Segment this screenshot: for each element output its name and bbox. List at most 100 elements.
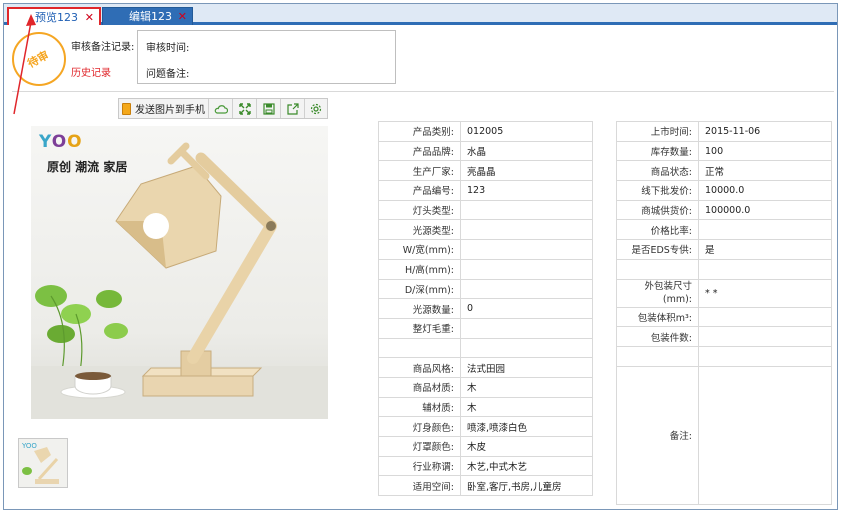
settings-button[interactable] [305, 99, 327, 118]
spec-label: H/高(mm): [378, 258, 461, 280]
spec-label: 商品状态: [616, 160, 699, 182]
thumbnail-image: YOO [19, 439, 67, 487]
save-button[interactable] [257, 99, 281, 118]
spec-table-right: 上市时间: 2015-11-06 库存数量: 100 商品状态: 正常 线下批发价: 1000… [616, 121, 832, 505]
spec-label: 光源类型: [378, 219, 461, 241]
spec-value [698, 306, 832, 328]
spec-label: 线下批发价: [616, 180, 699, 201]
fullscreen-icon [238, 102, 251, 115]
spec-value [698, 219, 832, 241]
spec-label: 库存数量: [616, 140, 699, 162]
spec-label: 产品编号: [378, 180, 461, 201]
spec-table-left: 产品类别: 012005 产品品牌: 水晶 生产厂家: 亮晶晶 产品编号: 123 灯头类型: 光… [378, 121, 593, 497]
spec-value [460, 199, 593, 221]
spec-row [616, 345, 832, 367]
spec-label: 灯头类型: [378, 199, 461, 221]
fullscreen-button[interactable] [233, 99, 257, 118]
spec-label: 包装件数: [616, 326, 699, 347]
stamp-text: 待审 [25, 48, 51, 71]
spec-value: 法式田园 [460, 357, 593, 378]
spec-row: 灯罩颜色: 木皮 [378, 436, 593, 457]
spec-value: 是 [698, 239, 832, 260]
spec-row [378, 337, 593, 359]
spec-label: 适用空间: [378, 475, 461, 497]
spec-value: 亮晶晶 [460, 160, 593, 182]
cloud-icon [214, 104, 228, 114]
spec-label: 产品品牌: [378, 140, 461, 162]
preview-window: 预览123 ✕ 编辑123 ✕ 待审 审核备注记录: 历史记录 审核时间: 问题… [3, 3, 838, 510]
spec-value [698, 326, 832, 347]
spec-row: 灯头类型: [378, 199, 593, 221]
close-icon[interactable]: ✕ [178, 8, 187, 25]
spec-label: 行业称谓: [378, 455, 461, 477]
spec-label: 备注: [616, 365, 699, 505]
spec-label: 价格比率: [616, 219, 699, 241]
history-link[interactable]: 历史记录 [71, 64, 111, 79]
cloud-button[interactable] [209, 99, 233, 118]
spec-row: 光源数量: 0 [378, 298, 593, 319]
spec-value [460, 278, 593, 300]
spec-label: 灯身颜色: [378, 416, 461, 437]
spec-value [460, 337, 593, 359]
product-thumbnail[interactable]: YOO [18, 438, 68, 488]
export-button[interactable] [281, 99, 305, 118]
spec-row: 行业称谓: 木艺,中式木艺 [378, 455, 593, 477]
save-icon [262, 102, 275, 115]
spec-label: D/深(mm): [378, 278, 461, 300]
spec-value: 100 [698, 140, 832, 162]
review-notes-label: 审核备注记录: [71, 42, 135, 53]
tab-preview[interactable]: 预览123 ✕ [7, 7, 101, 25]
spec-row: 商品状态: 正常 [616, 160, 832, 182]
spec-row: 包装体积m³: [616, 306, 832, 328]
spec-row: 备注: [616, 365, 832, 505]
spec-row: 库存数量: 100 [616, 140, 832, 162]
spec-label: 产品类别: [378, 121, 461, 142]
spec-value: 木 [460, 396, 593, 418]
spec-value [460, 317, 593, 339]
spec-label: W/宽(mm): [378, 239, 461, 260]
spec-label: 商品风格: [378, 357, 461, 378]
spec-label [378, 337, 461, 359]
spec-value: 喷漆,喷漆白色 [460, 416, 593, 437]
close-icon[interactable]: ✕ [85, 9, 94, 26]
lamp-illustration [31, 142, 328, 419]
spec-row: 上市时间: 2015-11-06 [616, 121, 832, 142]
tab-edit[interactable]: 编辑123 ✕ [102, 7, 193, 25]
spec-value: 正常 [698, 160, 832, 182]
spec-row: W/宽(mm): [378, 239, 593, 260]
spec-value: 0 [460, 298, 593, 319]
spec-value [460, 239, 593, 260]
spec-row: 产品编号: 123 [378, 180, 593, 201]
spec-label: 上市时间: [616, 121, 699, 142]
image-toolbar: 发送图片到手机 [118, 98, 328, 119]
spec-row: 包装件数: [616, 326, 832, 347]
spec-value: 木 [460, 376, 593, 398]
spec-label: 整灯毛重: [378, 317, 461, 339]
spec-label: 包装体积m³: [616, 306, 699, 328]
spec-label: 商城供货价: [616, 199, 699, 221]
spec-row: H/高(mm): [378, 258, 593, 280]
product-image[interactable]: YOO 原创 潮流 家居 [31, 126, 328, 419]
spec-row: D/深(mm): [378, 278, 593, 300]
divider [12, 91, 834, 92]
spec-value [460, 258, 593, 280]
spec-row: 生产厂家: 亮晶晶 [378, 160, 593, 182]
spec-value: 木皮 [460, 436, 593, 457]
send-to-phone-button[interactable]: 发送图片到手机 [119, 99, 209, 118]
spec-label: 光源数量: [378, 298, 461, 319]
tab-edit-label: 编辑123 [129, 10, 172, 23]
spec-value: 2015-11-06 [698, 121, 832, 142]
spec-value: 012005 [460, 121, 593, 142]
spec-label: 生产厂家: [378, 160, 461, 182]
tab-preview-label: 预览123 [35, 11, 78, 24]
spec-label: 灯罩颜色: [378, 436, 461, 457]
phone-icon [122, 102, 131, 115]
spec-value: * * [698, 278, 832, 308]
spec-value: 10000.0 [698, 180, 832, 201]
spec-row: 价格比率: [616, 219, 832, 241]
spec-row: 适用空间: 卧室,客厅,书房,儿童房 [378, 475, 593, 497]
spec-value: 水晶 [460, 140, 593, 162]
spec-row: 灯身颜色: 喷漆,喷漆白色 [378, 416, 593, 437]
spec-value [698, 258, 832, 280]
spec-label: 辅材质: [378, 396, 461, 418]
